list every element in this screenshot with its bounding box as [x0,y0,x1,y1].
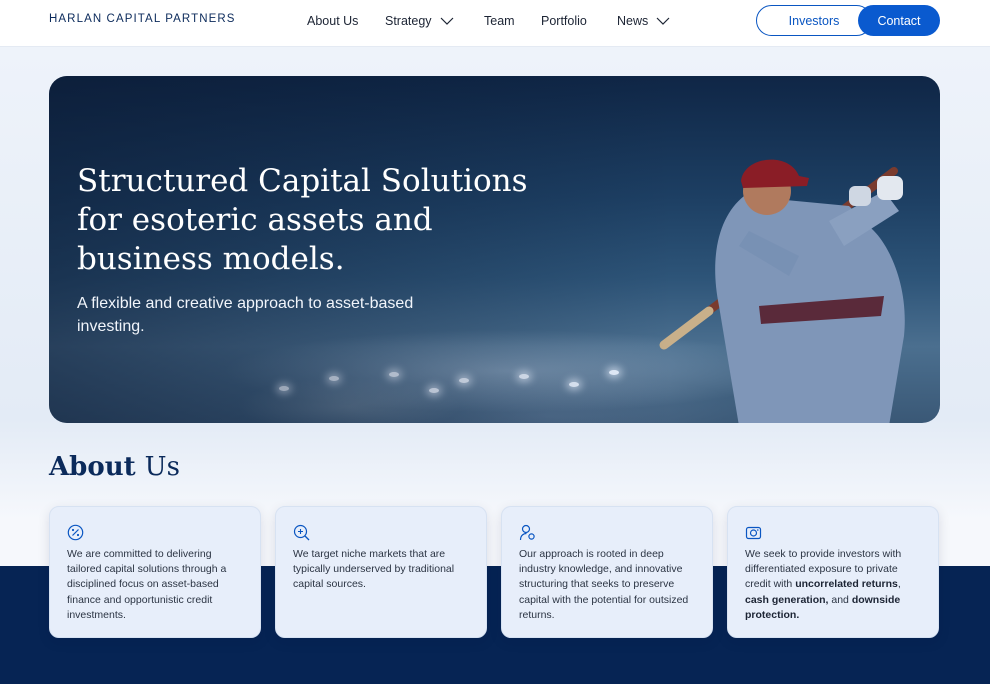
nav-team-label: Team [484,14,515,28]
card-text-part: and [828,593,852,606]
magnifier-plus-icon [293,524,310,541]
nav-team[interactable]: Team [484,12,541,30]
company-logo[interactable]: HARLAN CAPITAL PARTNERS [49,13,236,25]
contact-button[interactable]: Contact [858,5,940,36]
main-menu: About Us Strategy Team Portfolio News [307,12,670,30]
about-card: We are committed to delivering tailored … [49,506,261,638]
hero-banner: Structured Capital Solutions for esoteri… [49,76,940,423]
nav-strategy-label: Strategy [385,14,432,28]
camera-icon [745,526,762,540]
percent-icon [67,524,84,541]
about-card: We seek to provide investors with differ… [727,506,939,638]
nav-portfolio-label: Portfolio [541,14,587,28]
card-text-bold: uncorrelated returns [795,578,898,591]
hero-title: Structured Capital Solutions for esoteri… [77,163,528,277]
nav-about-us-label: About Us [307,14,359,28]
about-card: Our approach is rooted in deep industry … [501,506,713,638]
about-us-heading: About Us [49,452,180,482]
about-cards: We are committed to delivering tailored … [49,506,939,638]
person-settings-icon [519,524,535,541]
nav-portfolio[interactable]: Portfolio [541,12,617,30]
card-text-part: , [897,578,901,591]
about-card-text: We seek to provide investors with differ… [745,547,922,623]
chevron-down-icon [656,17,670,25]
about-title-second: Us [144,452,180,482]
nav-news-label: News [617,14,649,28]
investors-button[interactable]: Investors [756,5,872,36]
about-title-first: About [49,452,136,482]
about-card: We target niche markets that are typical… [275,506,487,638]
about-card-text: We target niche markets that are typical… [293,548,455,591]
nav-news[interactable]: News [617,12,670,30]
top-navigation: HARLAN CAPITAL PARTNERS About Us Strateg… [0,0,990,47]
card-text-bold: cash generation, [745,593,829,606]
nav-strategy[interactable]: Strategy [385,12,484,30]
about-card-text: Our approach is rooted in deep industry … [519,548,689,621]
hero-subtitle: A flexible and creative approach to asse… [77,295,414,335]
chevron-down-icon [440,17,453,25]
about-card-text: We are committed to delivering tailored … [67,548,227,621]
nav-about-us[interactable]: About Us [307,12,385,30]
